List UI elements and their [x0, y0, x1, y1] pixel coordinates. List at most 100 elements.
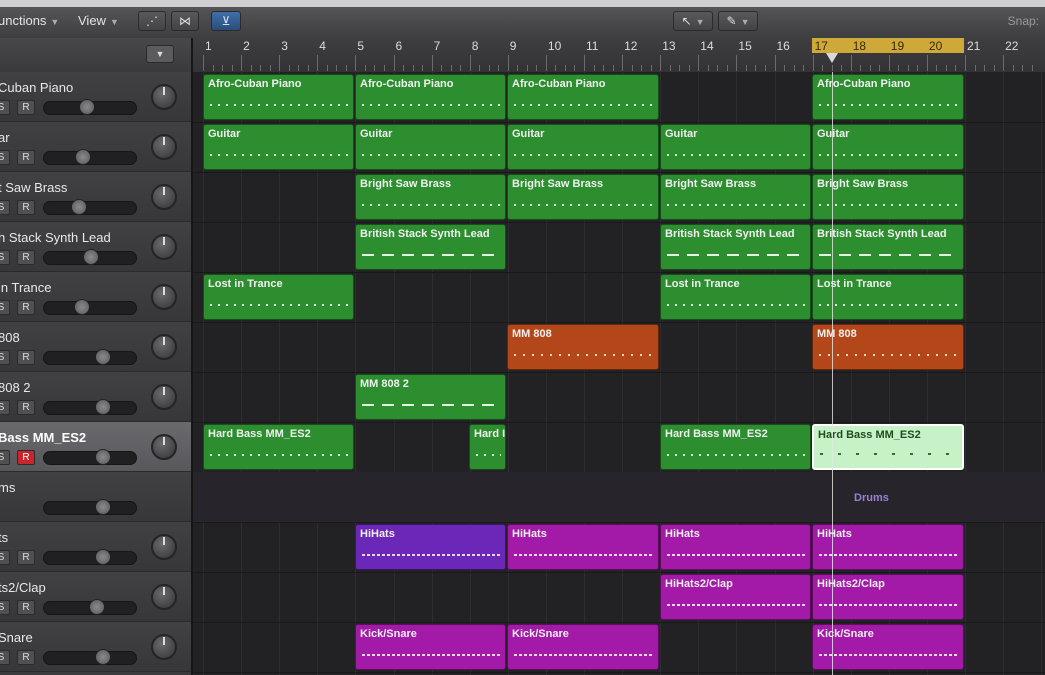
pan-knob[interactable] [151, 134, 177, 160]
solo-button[interactable]: S [0, 100, 10, 115]
solo-button[interactable]: S [0, 300, 10, 315]
volume-slider[interactable] [43, 599, 137, 615]
pointer-tool-menu[interactable]: ↖ ▼ [673, 11, 713, 31]
region-mm-808[interactable]: MM 808 [507, 324, 659, 370]
track-header[interactable]: ts2/Clap S R [0, 572, 191, 622]
volume-slider-handle[interactable] [95, 549, 111, 565]
region-lost-in-trance[interactable]: Lost in Trance [660, 274, 811, 320]
track-header[interactable]: t Saw Brass S R [0, 172, 191, 222]
region-afro-cuban-piano[interactable]: Afro-Cuban Piano [203, 74, 354, 120]
record-enable-button[interactable]: R [17, 100, 35, 115]
region-hihats[interactable]: HiHats [507, 524, 659, 570]
record-enable-button[interactable]: R [17, 200, 35, 215]
playhead-line[interactable] [832, 72, 833, 675]
functions-menu[interactable]: unctions ▼ [0, 11, 59, 31]
region-bright-saw-brass[interactable]: Bright Saw Brass [812, 174, 964, 220]
pan-knob[interactable] [151, 184, 177, 210]
record-enable-button[interactable]: R [17, 400, 35, 415]
volume-slider[interactable] [43, 99, 137, 115]
pan-knob[interactable] [151, 584, 177, 610]
volume-slider-handle[interactable] [75, 149, 91, 165]
region-guitar[interactable]: Guitar [355, 124, 506, 170]
region-hihats2-clap[interactable]: HiHats2/Clap [812, 574, 964, 620]
region-hihats[interactable]: HiHats [355, 524, 506, 570]
track-name[interactable]: 808 [0, 330, 20, 345]
track-name[interactable]: 808 2 [0, 380, 31, 395]
region-british-stack-synth-lead[interactable]: British Stack Synth Lead [812, 224, 964, 270]
region-bright-saw-brass[interactable]: Bright Saw Brass [660, 174, 811, 220]
solo-button[interactable]: S [0, 150, 10, 165]
pan-knob[interactable] [151, 534, 177, 560]
track-header[interactable]: Snare S R [0, 622, 191, 672]
volume-slider[interactable] [43, 199, 137, 215]
track-name[interactable]: Bass MM_ES2 [0, 430, 86, 445]
record-enable-button[interactable]: R [17, 250, 35, 265]
region-hard-bass-selected[interactable]: Hard Bass MM_ES2 [812, 424, 964, 470]
region-afro-cuban-piano[interactable]: Afro-Cuban Piano [507, 74, 659, 120]
track-name[interactable]: ts [0, 530, 8, 545]
region-hihats[interactable]: HiHats [812, 524, 964, 570]
pan-knob[interactable] [151, 634, 177, 660]
region-lost-in-trance[interactable]: Lost in Trance [203, 274, 354, 320]
region-hihats[interactable]: HiHats [660, 524, 811, 570]
track-name[interactable]: ms [0, 480, 15, 495]
region-bright-saw-brass[interactable]: Bright Saw Brass [355, 174, 506, 220]
solo-button[interactable]: S [0, 450, 10, 465]
volume-slider-handle[interactable] [71, 199, 87, 215]
track-name[interactable]: in Trance [0, 280, 51, 295]
region-kick-snare[interactable]: Kick/Snare [507, 624, 659, 670]
record-enable-button[interactable]: R [17, 300, 35, 315]
volume-slider[interactable] [43, 149, 137, 165]
solo-button[interactable]: S [0, 200, 10, 215]
volume-slider[interactable] [43, 649, 137, 665]
snap-menu[interactable]: Snap: [1008, 14, 1039, 28]
pan-knob[interactable] [151, 284, 177, 310]
track-header[interactable]: ar S R [0, 122, 191, 172]
region-kick-snare[interactable]: Kick/Snare [812, 624, 964, 670]
volume-slider-handle[interactable] [95, 649, 111, 665]
region-hard-bass[interactable]: Hard Bass MM_ES2 [660, 424, 811, 470]
volume-slider[interactable] [43, 299, 137, 315]
track-name[interactable]: Snare [0, 630, 33, 645]
track-header[interactable]: ms [0, 472, 191, 522]
region-kick-snare[interactable]: Kick/Snare [355, 624, 506, 670]
track-name[interactable]: Cuban Piano [0, 80, 73, 95]
region-mm-808-2[interactable]: MM 808 2 [355, 374, 506, 420]
pan-knob[interactable] [151, 434, 177, 460]
tracks-area[interactable]: Afro-Cuban Piano Afro-Cuban Piano Afro-C… [193, 72, 1045, 675]
track-header-menu-button[interactable]: ▼ [146, 45, 174, 63]
solo-button[interactable]: S [0, 400, 10, 415]
track-header[interactable]: Cuban Piano S R [0, 72, 191, 122]
track-header[interactable]: 808 S R [0, 322, 191, 372]
region-guitar[interactable]: Guitar [812, 124, 964, 170]
volume-slider-handle[interactable] [95, 449, 111, 465]
region-british-stack-synth-lead[interactable]: British Stack Synth Lead [660, 224, 811, 270]
track-name[interactable]: h Stack Synth Lead [0, 230, 111, 245]
flex-button[interactable]: ⋈ [171, 11, 199, 31]
region-mm-808[interactable]: MM 808 [812, 324, 964, 370]
track-header[interactable]: ts SR [0, 522, 191, 572]
volume-slider[interactable] [43, 549, 137, 565]
volume-slider[interactable] [43, 249, 137, 265]
solo-button[interactable]: S [0, 350, 10, 365]
region-afro-cuban-piano[interactable]: Afro-Cuban Piano [812, 74, 964, 120]
volume-slider-handle[interactable] [95, 399, 111, 415]
volume-slider[interactable] [43, 499, 137, 515]
region-guitar[interactable]: Guitar [507, 124, 659, 170]
solo-button[interactable]: S [0, 650, 10, 665]
volume-slider-handle[interactable] [95, 349, 111, 365]
volume-slider-handle[interactable] [74, 299, 90, 315]
filter-button[interactable]: ⊻ [211, 11, 241, 31]
volume-slider[interactable] [43, 399, 137, 415]
volume-slider[interactable] [43, 449, 137, 465]
track-header[interactable]: in Trance S R [0, 272, 191, 322]
region-hihats2-clap[interactable]: HiHats2/Clap [660, 574, 811, 620]
track-header[interactable]: h Stack Synth Lead S R [0, 222, 191, 272]
volume-slider[interactable] [43, 349, 137, 365]
region-bright-saw-brass[interactable]: Bright Saw Brass [507, 174, 659, 220]
record-enable-button[interactable]: R [17, 350, 35, 365]
region-afro-cuban-piano[interactable]: Afro-Cuban Piano [355, 74, 506, 120]
volume-slider-handle[interactable] [79, 99, 95, 115]
pan-knob[interactable] [151, 384, 177, 410]
view-menu[interactable]: View ▼ [78, 11, 119, 31]
